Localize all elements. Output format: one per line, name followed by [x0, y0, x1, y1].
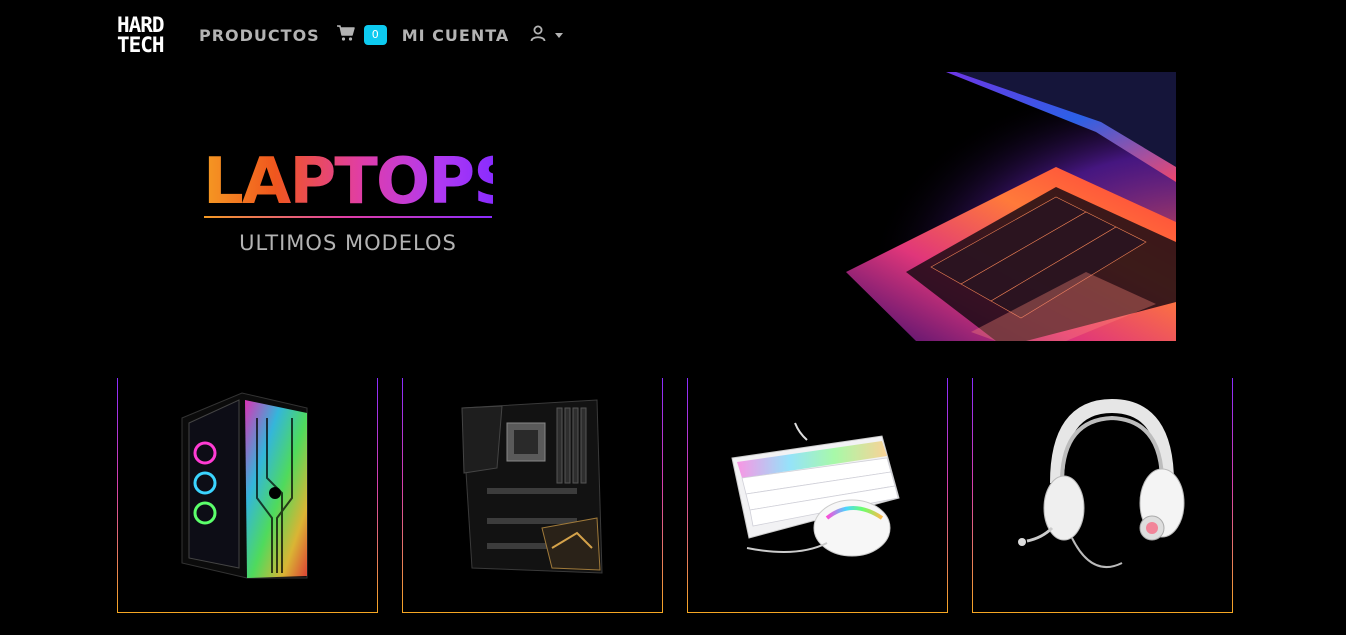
logo-line2: TECH	[117, 33, 165, 57]
hero-banner[interactable]: LAPTOPS ULTIMOS MODELOS	[117, 72, 1176, 341]
nav-mi-cuenta[interactable]: MI CUENTA	[402, 26, 510, 45]
keyboard-mouse-image	[731, 422, 900, 557]
motherboard-image	[461, 399, 603, 574]
cart-button[interactable]: 0	[336, 24, 387, 46]
nav-productos[interactable]: PRODUCTOS	[199, 26, 320, 45]
user-dropdown[interactable]	[529, 24, 564, 46]
product-card-keyboard-mouse[interactable]	[687, 378, 948, 613]
product-cards	[117, 378, 1233, 613]
hero-subtitle: ULTIMOS MODELOS	[239, 231, 457, 255]
headset-image	[1018, 398, 1185, 568]
chevron-down-icon	[555, 32, 564, 38]
hero-divider	[204, 216, 492, 218]
navbar: HARD TECH PRODUCTOS 0 MI CUENTA	[117, 12, 564, 58]
product-card-headset[interactable]	[972, 378, 1233, 613]
user-icon	[529, 24, 547, 46]
brand-logo[interactable]: HARD TECH	[117, 12, 177, 58]
cart-count-badge: 0	[363, 25, 387, 45]
cart-icon	[336, 24, 356, 46]
logo-line1: HARD	[117, 13, 165, 37]
product-card-pc-case[interactable]	[117, 378, 378, 613]
hero-title: LAPTOPS	[203, 145, 519, 219]
product-card-motherboard[interactable]	[402, 378, 663, 613]
laptop-image	[756, 72, 1176, 341]
pc-case-image	[181, 392, 308, 579]
